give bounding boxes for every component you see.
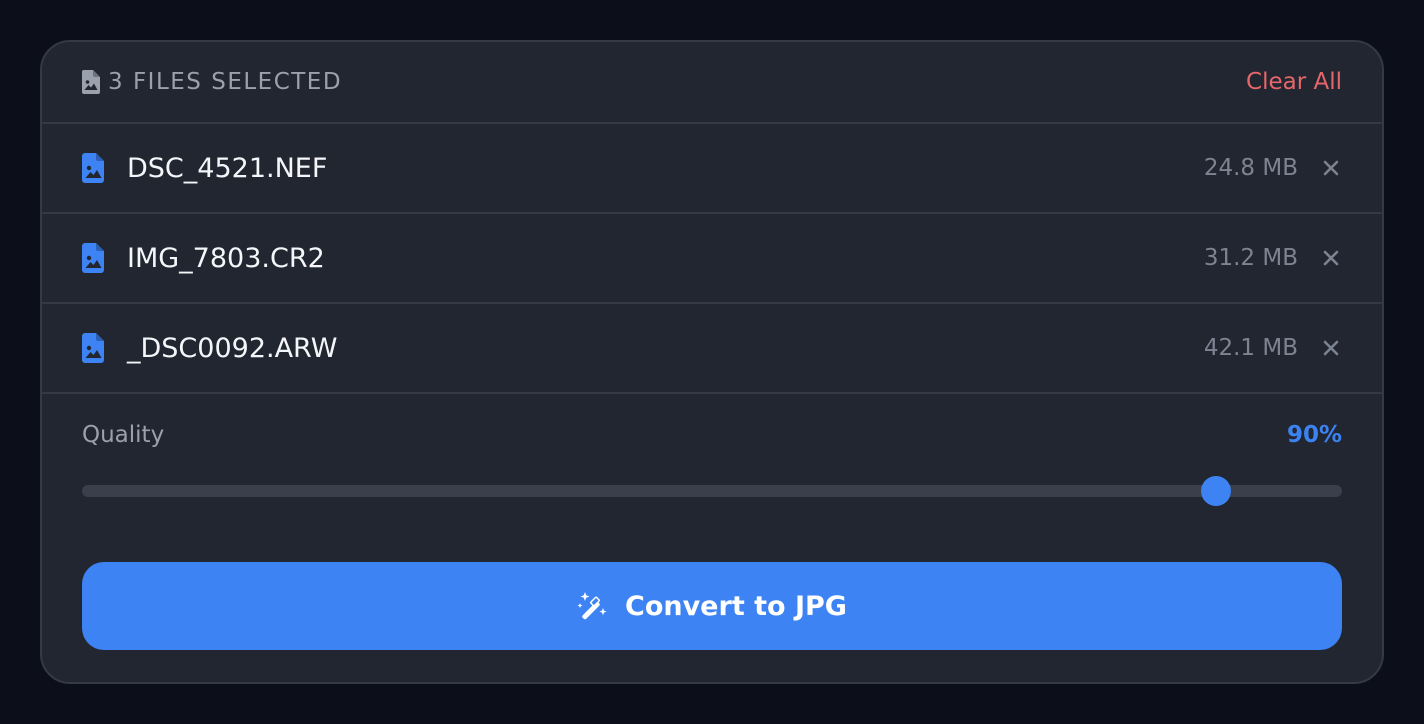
file-list-header: 3 FILES SELECTED Clear All — [42, 42, 1382, 124]
quality-section: Quality 90% — [42, 394, 1382, 508]
file-row: _DSC0092.ARW 42.1 MB — [42, 304, 1382, 394]
remove-file-button[interactable] — [1320, 337, 1342, 359]
close-icon — [1323, 250, 1339, 266]
file-name: DSC_4521.NEF — [127, 152, 328, 184]
file-row: DSC_4521.NEF 24.8 MB — [42, 124, 1382, 214]
file-size: 42.1 MB — [1203, 335, 1298, 361]
clear-all-button[interactable]: Clear All — [1246, 69, 1342, 95]
file-size: 24.8 MB — [1203, 155, 1298, 181]
quality-slider[interactable] — [82, 468, 1342, 508]
convert-button[interactable]: Convert to JPG — [82, 562, 1342, 650]
files-selected-count: 3 FILES SELECTED — [108, 69, 343, 95]
quality-header: Quality 90% — [82, 418, 1342, 452]
file-name: IMG_7803.CR2 — [127, 242, 325, 274]
quality-label: Quality — [82, 422, 165, 448]
file-image-icon — [82, 153, 104, 183]
file-name: _DSC0092.ARW — [127, 332, 338, 364]
remove-file-button[interactable] — [1320, 157, 1342, 179]
file-size: 31.2 MB — [1203, 245, 1298, 271]
file-row: IMG_7803.CR2 31.2 MB — [42, 214, 1382, 304]
close-icon — [1323, 340, 1339, 356]
header-title-group: 3 FILES SELECTED — [82, 69, 342, 95]
file-image-icon — [82, 243, 104, 273]
magic-wand-icon — [577, 591, 609, 621]
converter-card: 3 FILES SELECTED Clear All DSC_4521.NEF … — [40, 40, 1384, 684]
close-icon — [1323, 160, 1339, 176]
slider-track[interactable] — [82, 485, 1342, 497]
file-image-icon — [82, 70, 100, 94]
remove-file-button[interactable] — [1320, 247, 1342, 269]
convert-button-label: Convert to JPG — [625, 590, 847, 622]
slider-thumb[interactable] — [1201, 476, 1231, 506]
quality-value: 90% — [1286, 422, 1342, 448]
file-image-icon — [82, 333, 104, 363]
